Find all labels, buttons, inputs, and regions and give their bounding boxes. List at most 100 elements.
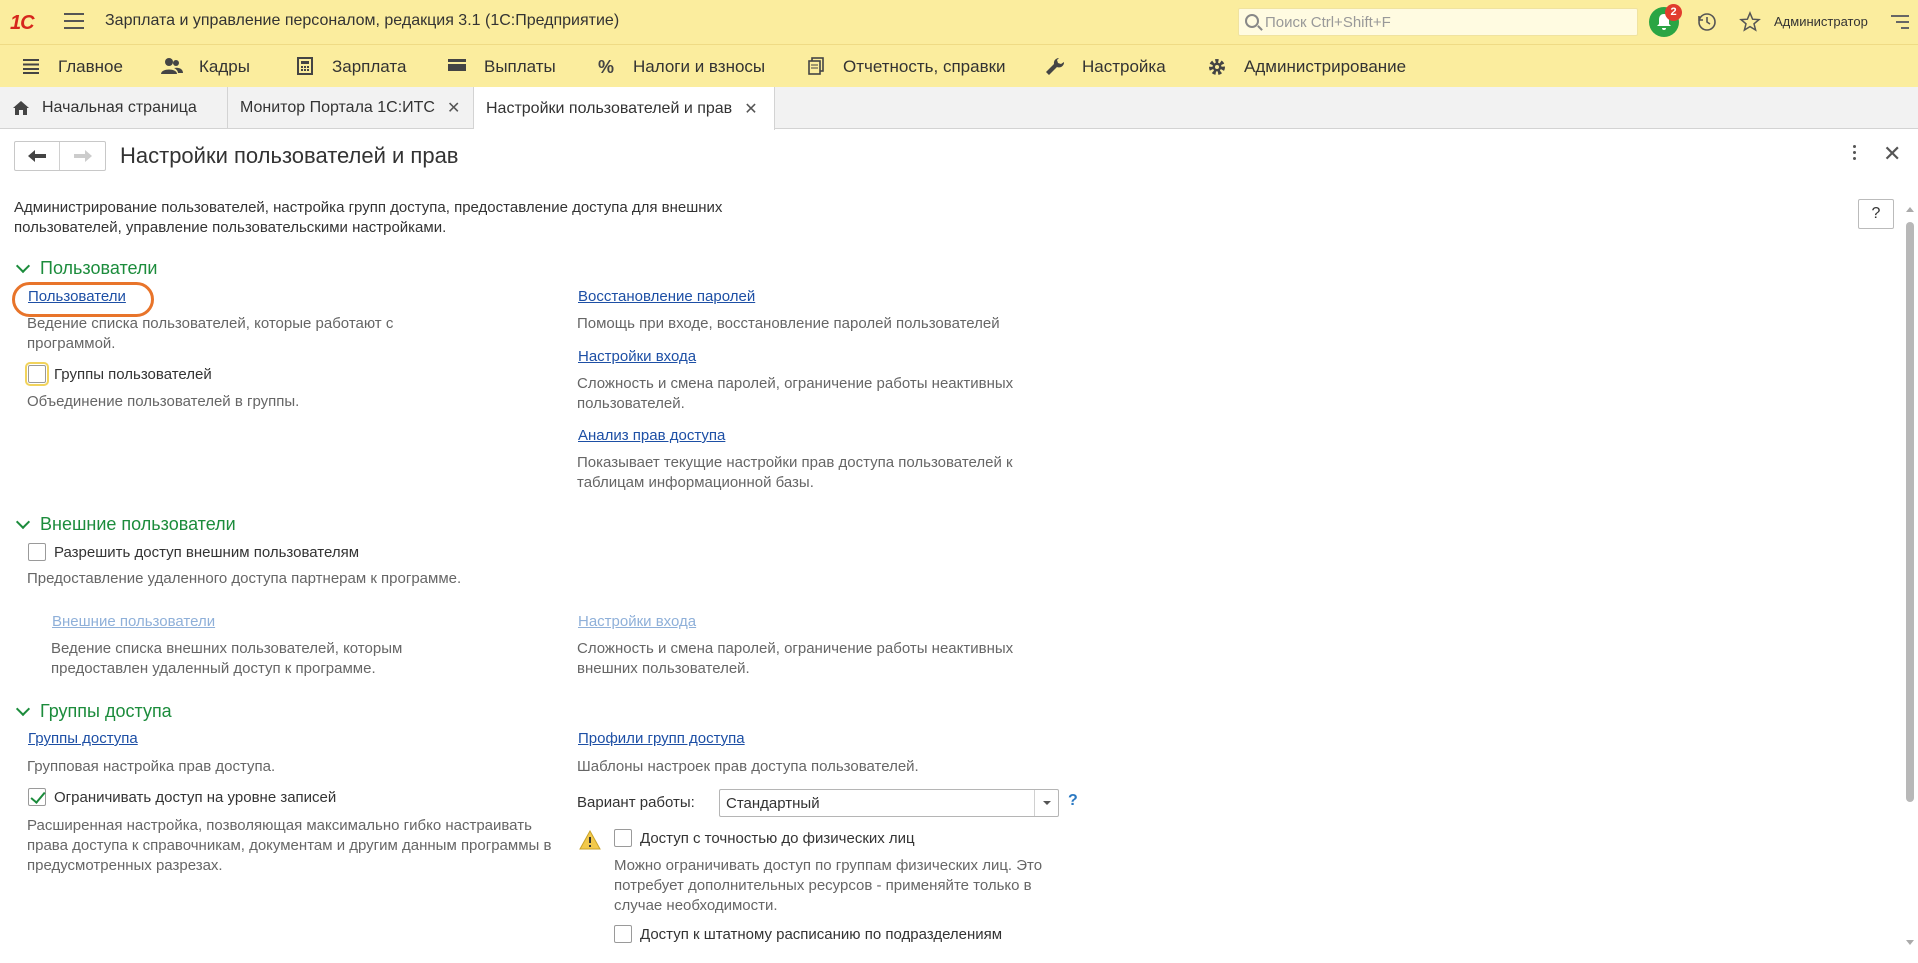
section-label: Выплаты [484, 57, 556, 76]
variant-select[interactable]: Стандартный [719, 789, 1059, 817]
access-profiles-desc: Шаблоны настроек прав доступа пользовате… [577, 758, 919, 775]
users-desc: Ведение списка пользователей, которые ра… [27, 315, 394, 352]
search-placeholder: Поиск Ctrl+Shift+F [1265, 14, 1391, 31]
search-input[interactable]: Поиск Ctrl+Shift+F [1238, 8, 1638, 36]
section-reports[interactable]: Отчетность, справки [805, 57, 1006, 77]
wrench-icon [1044, 57, 1066, 77]
scroll-down-arrow[interactable] [1906, 940, 1914, 945]
group-external-header[interactable]: Внешние пользователи [14, 514, 236, 535]
warning-icon [579, 829, 601, 854]
access-groups-link[interactable]: Группы доступа [28, 730, 138, 747]
checkbox-label: Разрешить доступ внешним пользователям [54, 543, 360, 561]
checkbox-label: Группы пользователей [54, 365, 212, 383]
access-groups-desc: Групповая настройка прав доступа. [27, 758, 276, 775]
section-bar: Главное Кадры Зарплата Выплаты % Налоги … [0, 44, 1918, 87]
favorites-star-icon[interactable] [1739, 11, 1761, 37]
tab-label: Настройки пользователей и прав [486, 99, 733, 117]
section-settings[interactable]: Настройка [1044, 57, 1166, 77]
arrow-left-icon [28, 150, 46, 162]
section-label: Администрирование [1244, 57, 1407, 76]
documents-icon [805, 57, 827, 77]
persons-access-checkbox[interactable] [614, 829, 632, 847]
group-title: Пользователи [40, 258, 158, 278]
section-label: Кадры [199, 57, 250, 76]
tab-user-settings[interactable]: Настройки пользователей и прав ✕ [474, 87, 775, 130]
restrict-records-checkbox[interactable] [28, 788, 46, 806]
section-administration[interactable]: Администрирование [1206, 57, 1406, 77]
help-button[interactable]: ? [1858, 199, 1894, 229]
checkbox-label: Доступ к штатному расписанию по подразде… [640, 925, 1003, 943]
external-login-settings-link[interactable]: Настройки входа [578, 613, 696, 630]
password-recovery-desc: Помощь при входе, восстановление паролей… [577, 315, 1000, 332]
close-tab-icon[interactable]: ✕ [447, 98, 460, 118]
allow-external-checkbox-row[interactable]: Разрешить доступ внешним пользователям [28, 543, 359, 561]
checkbox-label: Доступ с точностью до физических лиц [640, 829, 915, 847]
section-hr[interactable]: Кадры [161, 57, 250, 77]
section-label: Настройка [1082, 57, 1166, 76]
access-analysis-link[interactable]: Анализ прав доступа [578, 427, 725, 444]
history-icon[interactable] [1697, 12, 1717, 36]
tab-label: Монитор Портала 1С:ИТС [240, 99, 435, 116]
dropdown-arrow-icon[interactable] [1034, 790, 1058, 816]
tab-its-monitor[interactable]: Монитор Портала 1С:ИТС ✕ [228, 87, 474, 129]
wallet-icon [446, 57, 468, 77]
back-button[interactable] [15, 142, 61, 170]
persons-access-desc: Можно ограничивать доступ по группам физ… [614, 857, 1043, 914]
section-taxes[interactable]: % Налоги и взносы [595, 57, 765, 77]
section-label: Отчетность, справки [843, 57, 1006, 76]
notifications-badge: 2 [1665, 4, 1682, 21]
section-label: Главное [58, 57, 123, 76]
group-title: Группы доступа [40, 701, 172, 721]
allow-external-desc: Предоставление удаленного доступа партне… [27, 570, 462, 587]
group-users-header[interactable]: Пользователи [14, 258, 157, 279]
user-groups-desc: Объединение пользователей в группы. [27, 393, 300, 410]
people-icon [161, 57, 183, 77]
variant-label: Вариант работы: [577, 794, 695, 811]
staff-schedule-checkbox[interactable] [614, 925, 632, 943]
current-user[interactable]: Администратор [1774, 14, 1868, 29]
arrow-right-icon [73, 150, 92, 162]
chevron-down-icon [15, 701, 31, 716]
variant-help-icon[interactable]: ? [1068, 792, 1078, 810]
scrollbar-thumb[interactable] [1906, 222, 1914, 802]
section-payments[interactable]: Выплаты [446, 57, 556, 77]
allow-external-checkbox[interactable] [28, 543, 46, 561]
persons-access-checkbox-row[interactable]: Доступ с точностью до физических лиц [614, 829, 915, 847]
section-main[interactable]: Главное [20, 57, 123, 77]
tabs-bar: Начальная страница Монитор Портала 1С:ИТ… [0, 87, 1918, 130]
tab-label: Начальная страница [42, 99, 197, 116]
page-title: Настройки пользователей и прав [120, 143, 459, 168]
restrict-records-checkbox-row[interactable]: Ограничивать доступ на уровне записей [28, 788, 336, 806]
close-form-icon[interactable]: ✕ [1883, 141, 1901, 167]
access-profiles-link[interactable]: Профили групп доступа [578, 730, 745, 747]
settings-menu-icon[interactable] [1891, 15, 1909, 33]
home-icon [13, 101, 29, 115]
close-tab-icon[interactable]: ✕ [744, 99, 757, 119]
gear-icon [1206, 57, 1228, 77]
more-actions-icon[interactable] [1853, 145, 1857, 163]
menu-lines-icon [20, 57, 42, 77]
staff-schedule-checkbox-row[interactable]: Доступ к штатному расписанию по подразде… [614, 925, 1002, 943]
search-icon [1245, 14, 1259, 28]
app-logo[interactable]: 1С [10, 12, 35, 35]
external-users-link[interactable]: Внешние пользователи [52, 613, 215, 630]
user-groups-checkbox-row[interactable]: Группы пользователей [25, 362, 212, 386]
external-login-settings-desc: Сложность и смена паролей, ограничение р… [577, 640, 1014, 677]
forward-button[interactable] [60, 142, 105, 170]
users-link[interactable]: Пользователи [28, 288, 126, 305]
percent-icon: % [597, 57, 614, 77]
group-access-header[interactable]: Группы доступа [14, 701, 172, 722]
user-groups-checkbox[interactable] [25, 362, 49, 386]
history-nav [14, 141, 106, 171]
scroll-up-arrow[interactable] [1906, 207, 1914, 212]
section-salary[interactable]: Зарплата [294, 57, 406, 77]
group-title: Внешние пользователи [40, 514, 236, 534]
main-menu-icon[interactable] [64, 13, 84, 31]
password-recovery-link[interactable]: Восстановление паролей [578, 288, 755, 305]
login-settings-desc: Сложность и смена паролей, ограничение р… [577, 375, 1014, 412]
section-label: Зарплата [332, 57, 407, 76]
checkbox-label: Ограничивать доступ на уровне записей [54, 788, 337, 806]
access-analysis-desc: Показывает текущие настройки прав доступ… [577, 454, 1013, 491]
tab-home[interactable]: Начальная страница [0, 87, 228, 129]
login-settings-link[interactable]: Настройки входа [578, 348, 696, 365]
